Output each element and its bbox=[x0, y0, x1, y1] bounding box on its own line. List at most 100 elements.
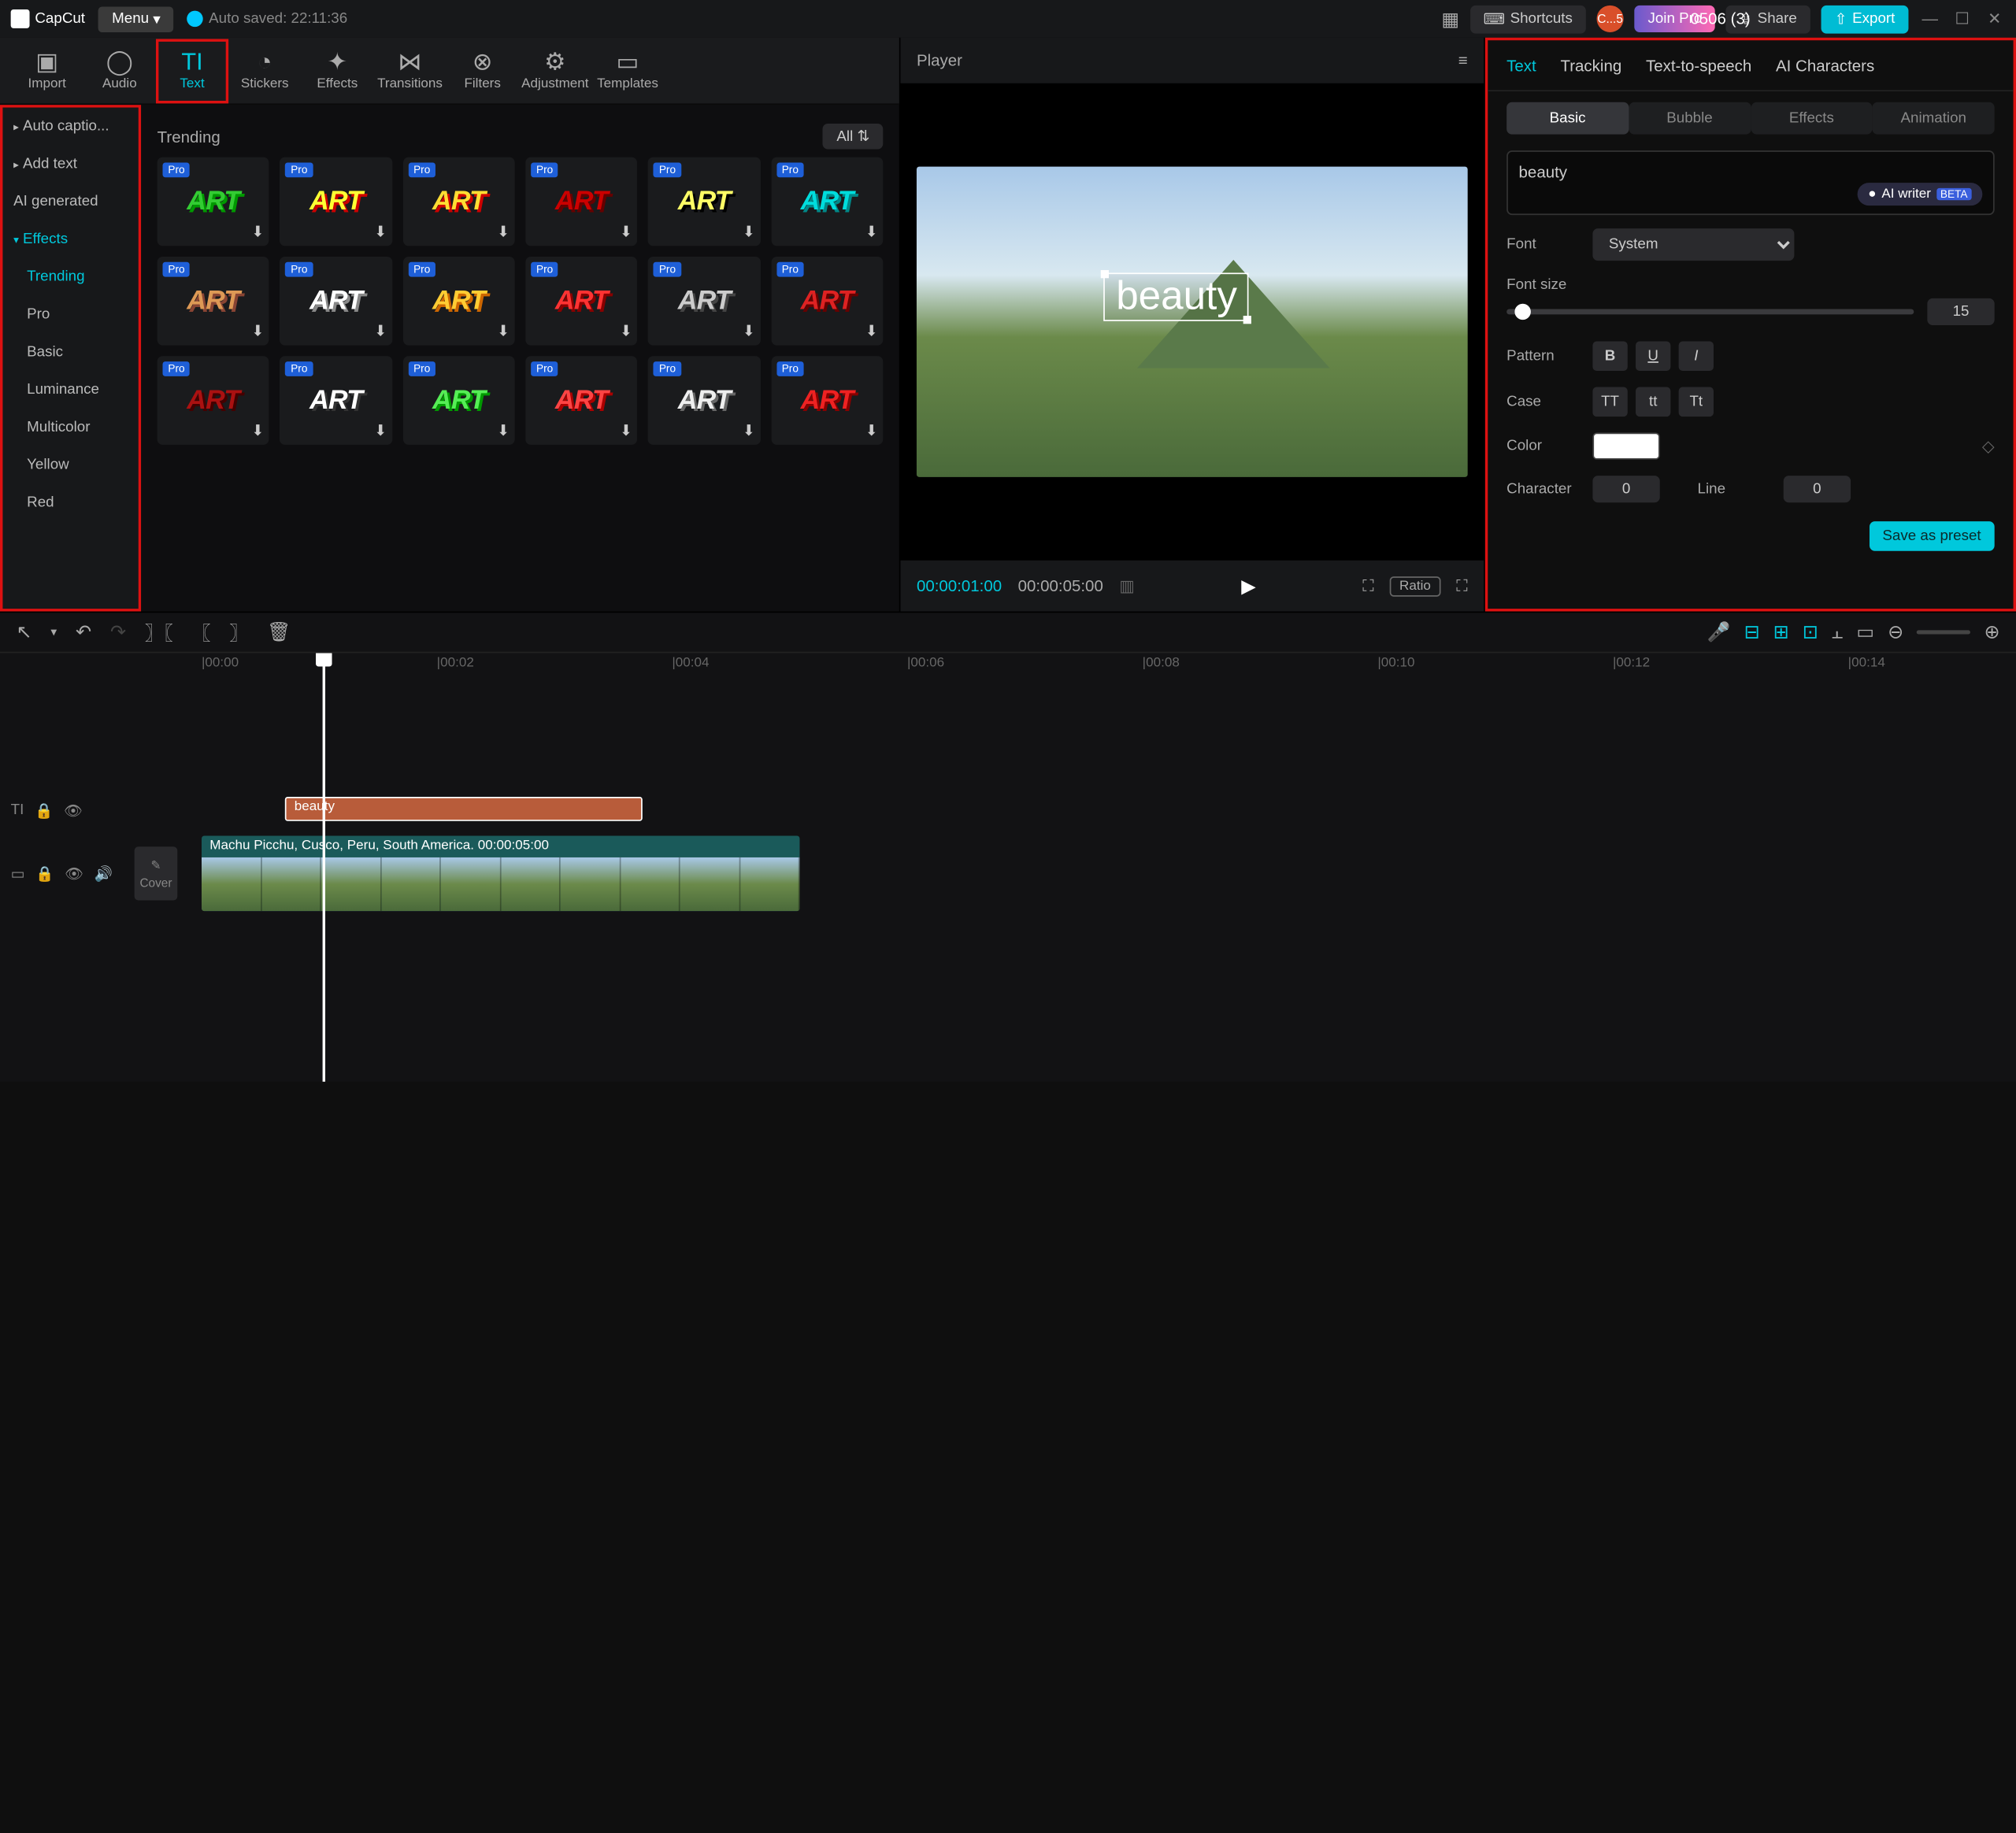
effect-thumb[interactable]: ProART⬇ bbox=[648, 157, 760, 246]
redo-button[interactable]: ↷ bbox=[110, 620, 126, 643]
tab-transitions[interactable]: ⋈Transitions bbox=[373, 39, 446, 103]
zoom-out-icon[interactable]: ⊖ bbox=[1888, 620, 1903, 643]
line-input[interactable] bbox=[1784, 476, 1851, 502]
sidebar-add-text[interactable]: ▸Add text bbox=[2, 145, 138, 183]
layout-icon[interactable]: ▦ bbox=[1441, 7, 1459, 30]
case-lower[interactable]: tt bbox=[1636, 387, 1670, 417]
tab-audio[interactable]: ◯Audio bbox=[83, 39, 156, 103]
color-swatch[interactable] bbox=[1592, 433, 1659, 460]
tab-stickers[interactable]: ◔Stickers bbox=[228, 39, 301, 103]
effect-thumb[interactable]: ProART⬇ bbox=[771, 356, 883, 445]
magnet-icon[interactable]: ⊟ bbox=[1744, 620, 1760, 643]
tab-adjustment[interactable]: ⚙Adjustment bbox=[519, 39, 591, 103]
effect-thumb[interactable]: ProART⬇ bbox=[648, 257, 760, 346]
character-input[interactable] bbox=[1592, 476, 1659, 502]
effect-thumb[interactable]: ProART⬇ bbox=[402, 157, 514, 246]
sidebar-yellow[interactable]: Yellow bbox=[2, 446, 138, 484]
subtab-bubble[interactable]: Bubble bbox=[1629, 102, 1751, 135]
effect-thumb[interactable]: ProART⬇ bbox=[280, 356, 392, 445]
snap-icon[interactable]: ⊞ bbox=[1773, 620, 1789, 643]
lock-icon[interactable]: 🔒 bbox=[35, 865, 54, 882]
tab-filters[interactable]: ⊗Filters bbox=[447, 39, 519, 103]
columns-icon[interactable]: ▥ bbox=[1119, 576, 1134, 595]
sidebar-multicolor[interactable]: Multicolor bbox=[2, 409, 138, 446]
link-icon[interactable]: ⊡ bbox=[1803, 620, 1818, 643]
mute-icon[interactable]: 🔊 bbox=[94, 865, 113, 882]
play-button[interactable]: ▶ bbox=[1241, 575, 1255, 598]
eye-icon[interactable]: 👁 bbox=[64, 802, 83, 819]
undo-button[interactable]: ↶ bbox=[76, 620, 91, 643]
filter-all[interactable]: All ⇅ bbox=[823, 124, 883, 149]
tab-templates[interactable]: ▭Templates bbox=[591, 39, 664, 103]
insp-tab-tts[interactable]: Text-to-speech bbox=[1646, 56, 1751, 75]
player-menu-icon[interactable]: ≡ bbox=[1458, 51, 1468, 70]
minimize-icon[interactable]: — bbox=[1919, 8, 1940, 29]
mic-icon[interactable]: 🎤 bbox=[1707, 620, 1731, 643]
align-icon[interactable]: ⫠ bbox=[1832, 620, 1843, 643]
text-clip[interactable]: beauty bbox=[285, 797, 643, 821]
cursor-tool[interactable]: ↖ bbox=[16, 620, 32, 643]
delete-tool[interactable]: 🗑 bbox=[267, 620, 291, 643]
tab-text[interactable]: TIText bbox=[156, 39, 228, 103]
shortcuts-button[interactable]: ⌨ Shortcuts bbox=[1470, 5, 1586, 33]
effect-thumb[interactable]: ProART⬇ bbox=[525, 157, 637, 246]
effect-thumb[interactable]: ProART⬇ bbox=[771, 257, 883, 346]
split-right-tool[interactable]: 〗 bbox=[229, 619, 248, 646]
sidebar-ai-generated[interactable]: AI generated bbox=[2, 183, 138, 220]
effect-thumb[interactable]: ProART⬇ bbox=[402, 356, 514, 445]
lock-icon[interactable]: 🔒 bbox=[35, 802, 53, 819]
eye-icon[interactable]: 👁 bbox=[65, 865, 83, 882]
effect-thumb[interactable]: ProART⬇ bbox=[280, 257, 392, 346]
maximize-icon[interactable]: ☐ bbox=[1951, 8, 1973, 29]
effect-thumb[interactable]: ProART⬇ bbox=[525, 356, 637, 445]
insp-tab-tracking[interactable]: Tracking bbox=[1560, 56, 1621, 75]
fontsize-slider[interactable] bbox=[1506, 309, 1914, 315]
fullscreen-icon[interactable]: ⛶ bbox=[1456, 576, 1467, 596]
avatar[interactable]: C...5 bbox=[1597, 6, 1624, 32]
sidebar-pro[interactable]: Pro bbox=[2, 295, 138, 333]
menu-button[interactable]: Menu ▾ bbox=[98, 6, 174, 31]
cursor-dropdown[interactable]: ▾ bbox=[50, 625, 57, 640]
keyframe-icon[interactable]: ◇ bbox=[1982, 437, 1995, 456]
tab-import[interactable]: ▣Import bbox=[11, 39, 83, 103]
sidebar-effects[interactable]: ▾Effects bbox=[2, 220, 138, 258]
effect-thumb[interactable]: ProART⬇ bbox=[648, 356, 760, 445]
save-preset-button[interactable]: Save as preset bbox=[1869, 521, 1994, 551]
subtab-animation[interactable]: Animation bbox=[1873, 102, 1995, 135]
tab-effects[interactable]: ✦Effects bbox=[301, 39, 373, 103]
sidebar-auto-captions[interactable]: ▸Auto captio... bbox=[2, 108, 138, 146]
zoom-slider[interactable] bbox=[1917, 630, 1970, 634]
export-button[interactable]: ⇧ Export bbox=[1821, 5, 1909, 33]
text-content-input[interactable]: beauty ● AI writer BETA bbox=[1506, 150, 1995, 215]
subtab-effects[interactable]: Effects bbox=[1751, 102, 1873, 135]
playhead[interactable] bbox=[323, 653, 325, 1081]
insp-tab-text[interactable]: Text bbox=[1506, 56, 1536, 75]
effect-thumb[interactable]: ProART⬇ bbox=[158, 356, 269, 445]
preview-icon[interactable]: ▭ bbox=[1856, 620, 1874, 643]
zoom-in-icon[interactable]: ⊕ bbox=[1984, 620, 1999, 643]
video-preview[interactable]: beauty bbox=[917, 167, 1468, 477]
fontsize-input[interactable] bbox=[1927, 298, 1994, 325]
font-select[interactable]: System bbox=[1592, 228, 1794, 261]
sidebar-luminance[interactable]: Luminance bbox=[2, 371, 138, 409]
split-tool[interactable]: 〗〖 bbox=[145, 619, 173, 646]
effect-thumb[interactable]: ProART⬇ bbox=[280, 157, 392, 246]
subtab-basic[interactable]: Basic bbox=[1506, 102, 1629, 135]
bold-button[interactable]: B bbox=[1592, 341, 1627, 371]
text-overlay[interactable]: beauty bbox=[1104, 272, 1249, 320]
case-upper[interactable]: TT bbox=[1592, 387, 1627, 417]
underline-button[interactable]: U bbox=[1636, 341, 1670, 371]
crop-icon[interactable]: ⛶ bbox=[1362, 576, 1373, 596]
ai-writer-button[interactable]: ● AI writer BETA bbox=[1858, 183, 1983, 206]
sidebar-trending[interactable]: Trending bbox=[2, 258, 138, 296]
close-icon[interactable]: ✕ bbox=[1984, 8, 2005, 29]
italic-button[interactable]: I bbox=[1679, 341, 1714, 371]
sidebar-red[interactable]: Red bbox=[2, 483, 138, 521]
case-title[interactable]: Tt bbox=[1679, 387, 1714, 417]
effect-thumb[interactable]: ProART⬇ bbox=[525, 257, 637, 346]
insp-tab-aichar[interactable]: AI Characters bbox=[1776, 56, 1874, 75]
ratio-button[interactable]: Ratio bbox=[1390, 576, 1440, 596]
cover-button[interactable]: ✎Cover bbox=[135, 846, 178, 900]
split-left-tool[interactable]: 〖 bbox=[192, 619, 211, 646]
sidebar-basic[interactable]: Basic bbox=[2, 333, 138, 371]
